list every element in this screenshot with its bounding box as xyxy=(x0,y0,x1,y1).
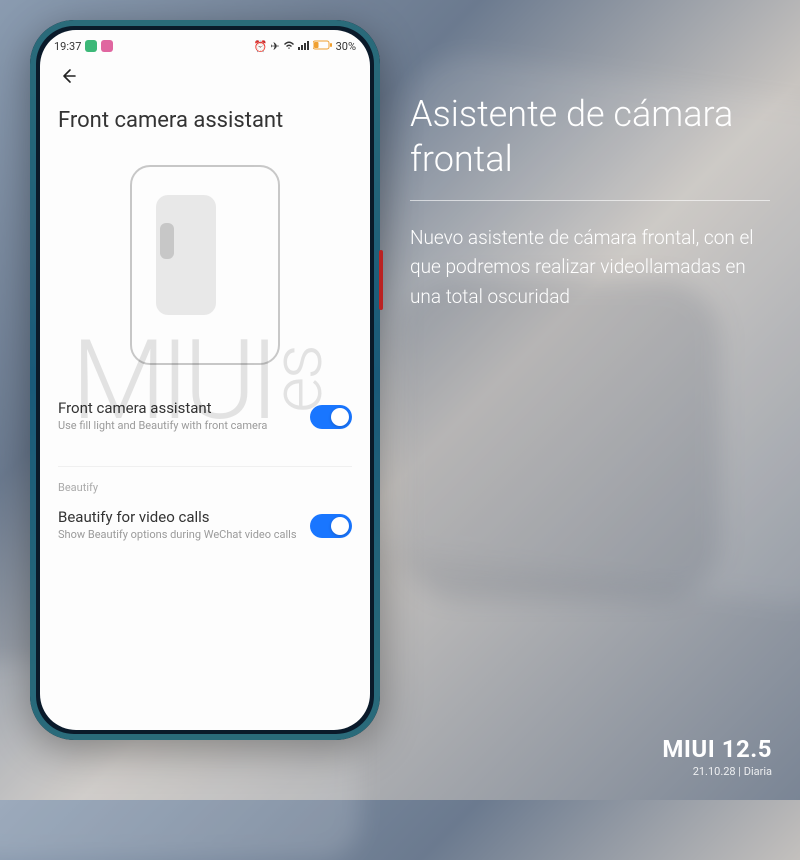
setting-title: Beautify for video calls xyxy=(58,508,300,526)
feature-title: Asistente de cámara frontal xyxy=(410,92,770,182)
feature-description: Asistente de cámara frontal Nuevo asiste… xyxy=(410,92,770,311)
illustration xyxy=(130,165,280,365)
status-bar: 19:37 ⏰ ✈ 30% xyxy=(40,30,370,58)
section-label-beautify: Beautify xyxy=(58,466,352,494)
setting-row-front-camera[interactable]: Front camera assistant Use fill light an… xyxy=(58,389,352,450)
version-meta: 21.10.28 | Diaria xyxy=(662,765,772,778)
page-title: Front camera assistant xyxy=(56,108,354,133)
screen: 19:37 ⏰ ✈ 30% xyxy=(40,30,370,730)
setting-subtitle: Show Beautify options during WeChat vide… xyxy=(58,528,300,543)
toggle-beautify-video[interactable] xyxy=(310,514,352,538)
app-indicator-icon xyxy=(85,40,97,52)
setting-title: Front camera assistant xyxy=(58,399,300,417)
airplane-icon: ✈ xyxy=(270,40,279,53)
signal-icon xyxy=(298,40,310,53)
version-badge: MIUI 12.5 21.10.28 | Diaria xyxy=(662,735,772,778)
wifi-icon xyxy=(283,40,295,53)
battery-icon xyxy=(313,40,333,53)
back-button[interactable] xyxy=(56,64,80,88)
battery-percent: 30% xyxy=(336,40,356,53)
status-time: 19:37 xyxy=(54,40,81,53)
app-indicator-icon xyxy=(101,40,113,52)
power-button-icon xyxy=(379,250,383,310)
setting-row-beautify-video[interactable]: Beautify for video calls Show Beautify o… xyxy=(58,498,352,559)
phone-frame: 19:37 ⏰ ✈ 30% xyxy=(30,20,380,740)
divider xyxy=(410,200,770,201)
setting-subtitle: Use fill light and Beautify with front c… xyxy=(58,419,300,434)
feature-text: Nuevo asistente de cámara frontal, con e… xyxy=(410,223,770,311)
brand-label: MIUI 12.5 xyxy=(662,735,772,763)
alarm-icon: ⏰ xyxy=(254,40,268,53)
toggle-front-camera[interactable] xyxy=(310,405,352,429)
